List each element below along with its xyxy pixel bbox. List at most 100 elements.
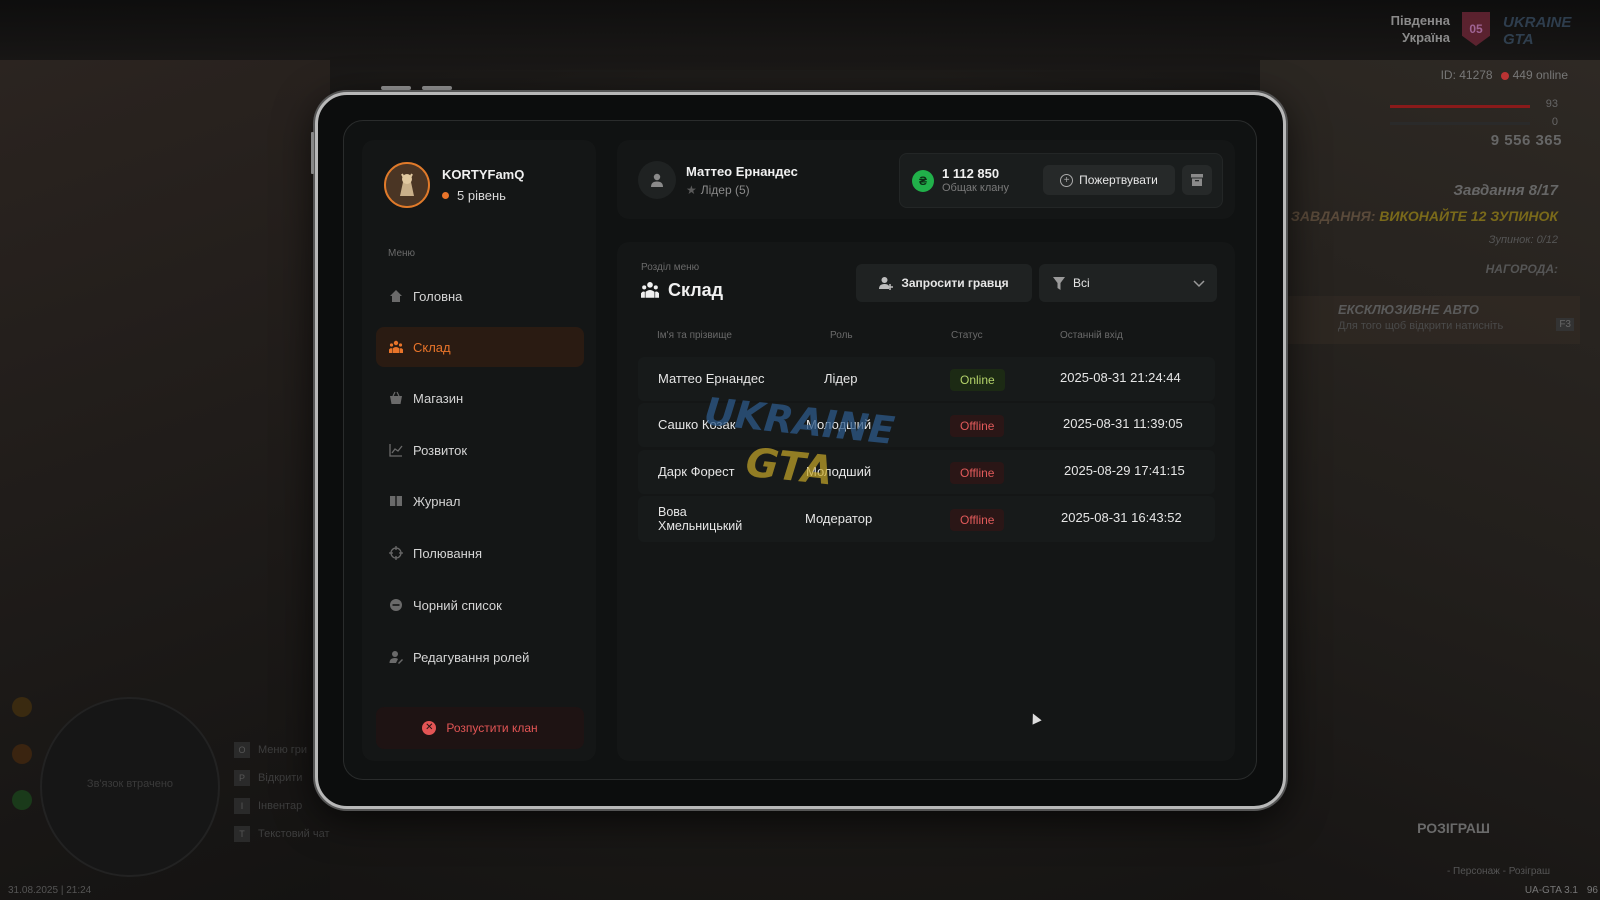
level-dot-icon bbox=[442, 192, 449, 199]
member-name: Сашко Козак bbox=[658, 417, 736, 432]
hud-player-info: ID: 41278 449 online bbox=[1441, 68, 1568, 82]
hud-online-count: 449 online bbox=[1512, 68, 1568, 82]
user-role: ★ Лідер (5) bbox=[686, 183, 750, 197]
user-name: Маттео Ернандес bbox=[686, 164, 798, 179]
menu-item-journal[interactable]: Журнал bbox=[376, 481, 584, 521]
exclusive-car-banner: ЕКСКЛЮЗИВНЕ АВТО Для того щоб відкрити н… bbox=[1280, 296, 1580, 344]
menu-item-development[interactable]: Розвиток bbox=[376, 430, 584, 470]
exclusive-car-title: ЕКСКЛЮЗИВНЕ АВТО bbox=[1338, 302, 1479, 317]
filter-value: Всі bbox=[1073, 276, 1090, 290]
menu-item-hunting[interactable]: Полювання bbox=[376, 533, 584, 573]
basket-icon bbox=[389, 391, 403, 405]
invite-player-button[interactable]: Запросити гравця bbox=[856, 264, 1032, 302]
hud-region-line1: Південна bbox=[1390, 13, 1450, 28]
column-header-role: Роль bbox=[830, 330, 853, 341]
table-row[interactable]: Дарк Форест Молодший Offline 2025-08-29 … bbox=[638, 450, 1215, 494]
menu-caption: Меню bbox=[388, 248, 416, 259]
star-icon bbox=[12, 697, 32, 717]
tablet-top-button bbox=[422, 86, 452, 90]
chart-icon bbox=[389, 443, 403, 457]
wallet-amount: 1 112 850 bbox=[942, 166, 1000, 181]
member-name: Вова Хмельницький bbox=[658, 505, 743, 533]
donate-button[interactable]: + Пожертвувати bbox=[1043, 165, 1175, 195]
user-edit-icon bbox=[389, 650, 403, 664]
menu-item-label: Редагування ролей bbox=[413, 649, 530, 665]
hud-region-line2: Україна bbox=[1401, 30, 1450, 45]
blocked-icon bbox=[389, 598, 403, 612]
user-avatar bbox=[638, 161, 676, 199]
add-user-icon bbox=[879, 276, 894, 290]
role-filter-select[interactable]: Всі bbox=[1039, 264, 1217, 302]
member-role: Молодший bbox=[806, 417, 872, 432]
star-icon: ★ bbox=[686, 183, 697, 197]
status-badge: Offline bbox=[950, 462, 1005, 484]
exclusive-car-subtitle: Для того щоб відкрити натисніть bbox=[1338, 320, 1504, 332]
archive-button[interactable] bbox=[1182, 165, 1212, 195]
member-last-login: 2025-08-31 16:43:52 bbox=[1061, 510, 1182, 525]
task-counter: Завдання 8/17 bbox=[1453, 182, 1558, 199]
table-row[interactable]: Вова Хмельницький Модератор Offline 2025… bbox=[638, 496, 1215, 542]
members-icon bbox=[641, 281, 659, 304]
member-last-login: 2025-08-31 11:39:05 bbox=[1063, 416, 1183, 431]
server-logo: UKRAINE GTA bbox=[1503, 14, 1572, 48]
task-description: ЗАВДАННЯ: ВИКОНАЙТЕ 12 ЗУПИНОК bbox=[1291, 208, 1558, 224]
crosshair-icon bbox=[389, 546, 403, 560]
menu-item-label: Склад bbox=[413, 339, 451, 355]
hud-player-id: ID: 41278 bbox=[1440, 68, 1493, 82]
user-role-label: Лідер (5) bbox=[700, 183, 750, 197]
menu-item-label: Розвиток bbox=[413, 442, 468, 458]
column-header-status: Статус bbox=[951, 330, 983, 341]
hud-region: Південна Україна bbox=[1391, 12, 1450, 46]
task-text: ВИКОНАЙТЕ 12 ЗУПИНОК bbox=[1379, 208, 1558, 224]
chevron-down-icon bbox=[1193, 277, 1205, 291]
menu-item-edit-roles[interactable]: Редагування ролей bbox=[376, 637, 584, 677]
column-header-name: Ім'я та прізвище bbox=[657, 330, 732, 341]
wallet-label: Общак клану bbox=[942, 182, 1009, 194]
archive-icon bbox=[1191, 174, 1203, 186]
online-dot-icon bbox=[1500, 71, 1509, 80]
game-version: UA-GTA 3.1 bbox=[1524, 885, 1578, 896]
exclusive-car-key: F3 bbox=[1556, 318, 1574, 331]
member-name: Дарк Форест bbox=[658, 464, 735, 479]
menu-item-blacklist[interactable]: Чорний список bbox=[376, 585, 584, 625]
member-role: Молодший bbox=[806, 464, 872, 479]
tablet-side-button bbox=[311, 132, 314, 174]
close-circle-icon: ✕ bbox=[422, 721, 437, 735]
food-icon bbox=[12, 744, 32, 764]
task-stops: Зупинок: 0/12 bbox=[1488, 234, 1558, 246]
status-badge: Online bbox=[950, 369, 1005, 391]
menu-item-warehouse[interactable]: Склад bbox=[376, 327, 584, 367]
table-row[interactable]: Сашко Козак Молодший Offline 2025-08-31 … bbox=[638, 403, 1215, 447]
plus-circle-icon: + bbox=[1060, 173, 1074, 187]
status-badge: Offline bbox=[950, 509, 1005, 531]
member-last-login: 2025-08-29 17:41:15 bbox=[1064, 463, 1185, 478]
donate-label: Пожертвувати bbox=[1079, 173, 1158, 187]
health-bar bbox=[1390, 105, 1530, 108]
clan-avatar bbox=[384, 162, 430, 208]
home-icon bbox=[389, 289, 403, 303]
section-caption: Розділ меню bbox=[641, 262, 700, 273]
invite-player-label: Запросити гравця bbox=[901, 276, 1009, 290]
user-icon bbox=[651, 173, 663, 187]
keybind-chat: T Текстовий чат bbox=[234, 820, 330, 848]
member-role: Лідер bbox=[824, 371, 858, 386]
keybind-inventory: I Інвентар bbox=[234, 792, 330, 820]
armor-value: 0 bbox=[1551, 116, 1558, 128]
section-title: Склад bbox=[668, 280, 724, 300]
health-value: 93 bbox=[1545, 98, 1558, 110]
water-icon bbox=[12, 790, 32, 810]
members-icon bbox=[389, 340, 403, 354]
menu-item-label: Чорний список bbox=[413, 597, 502, 613]
menu-item-home[interactable]: Головна bbox=[376, 276, 584, 316]
giveaway-subtitle: - Персонаж - Розіграш bbox=[1446, 866, 1550, 877]
table-row[interactable]: Маттео Ернандес Лідер Online 2025-08-31 … bbox=[638, 357, 1215, 401]
hud-money: 9 556 365 bbox=[1490, 132, 1562, 149]
menu-item-label: Магазин bbox=[413, 390, 464, 406]
menu-item-shop[interactable]: Магазин bbox=[376, 378, 584, 418]
armor-bar bbox=[1390, 122, 1530, 125]
minimap-connection-lost: Зв'язок втрачено bbox=[86, 778, 174, 790]
disband-clan-button[interactable]: ✕ Розпустити клан bbox=[376, 707, 584, 749]
member-last-login: 2025-08-31 21:24:44 bbox=[1060, 370, 1181, 385]
tablet-top-button bbox=[381, 86, 411, 90]
column-header-last-login: Останній вхід bbox=[1060, 330, 1123, 341]
